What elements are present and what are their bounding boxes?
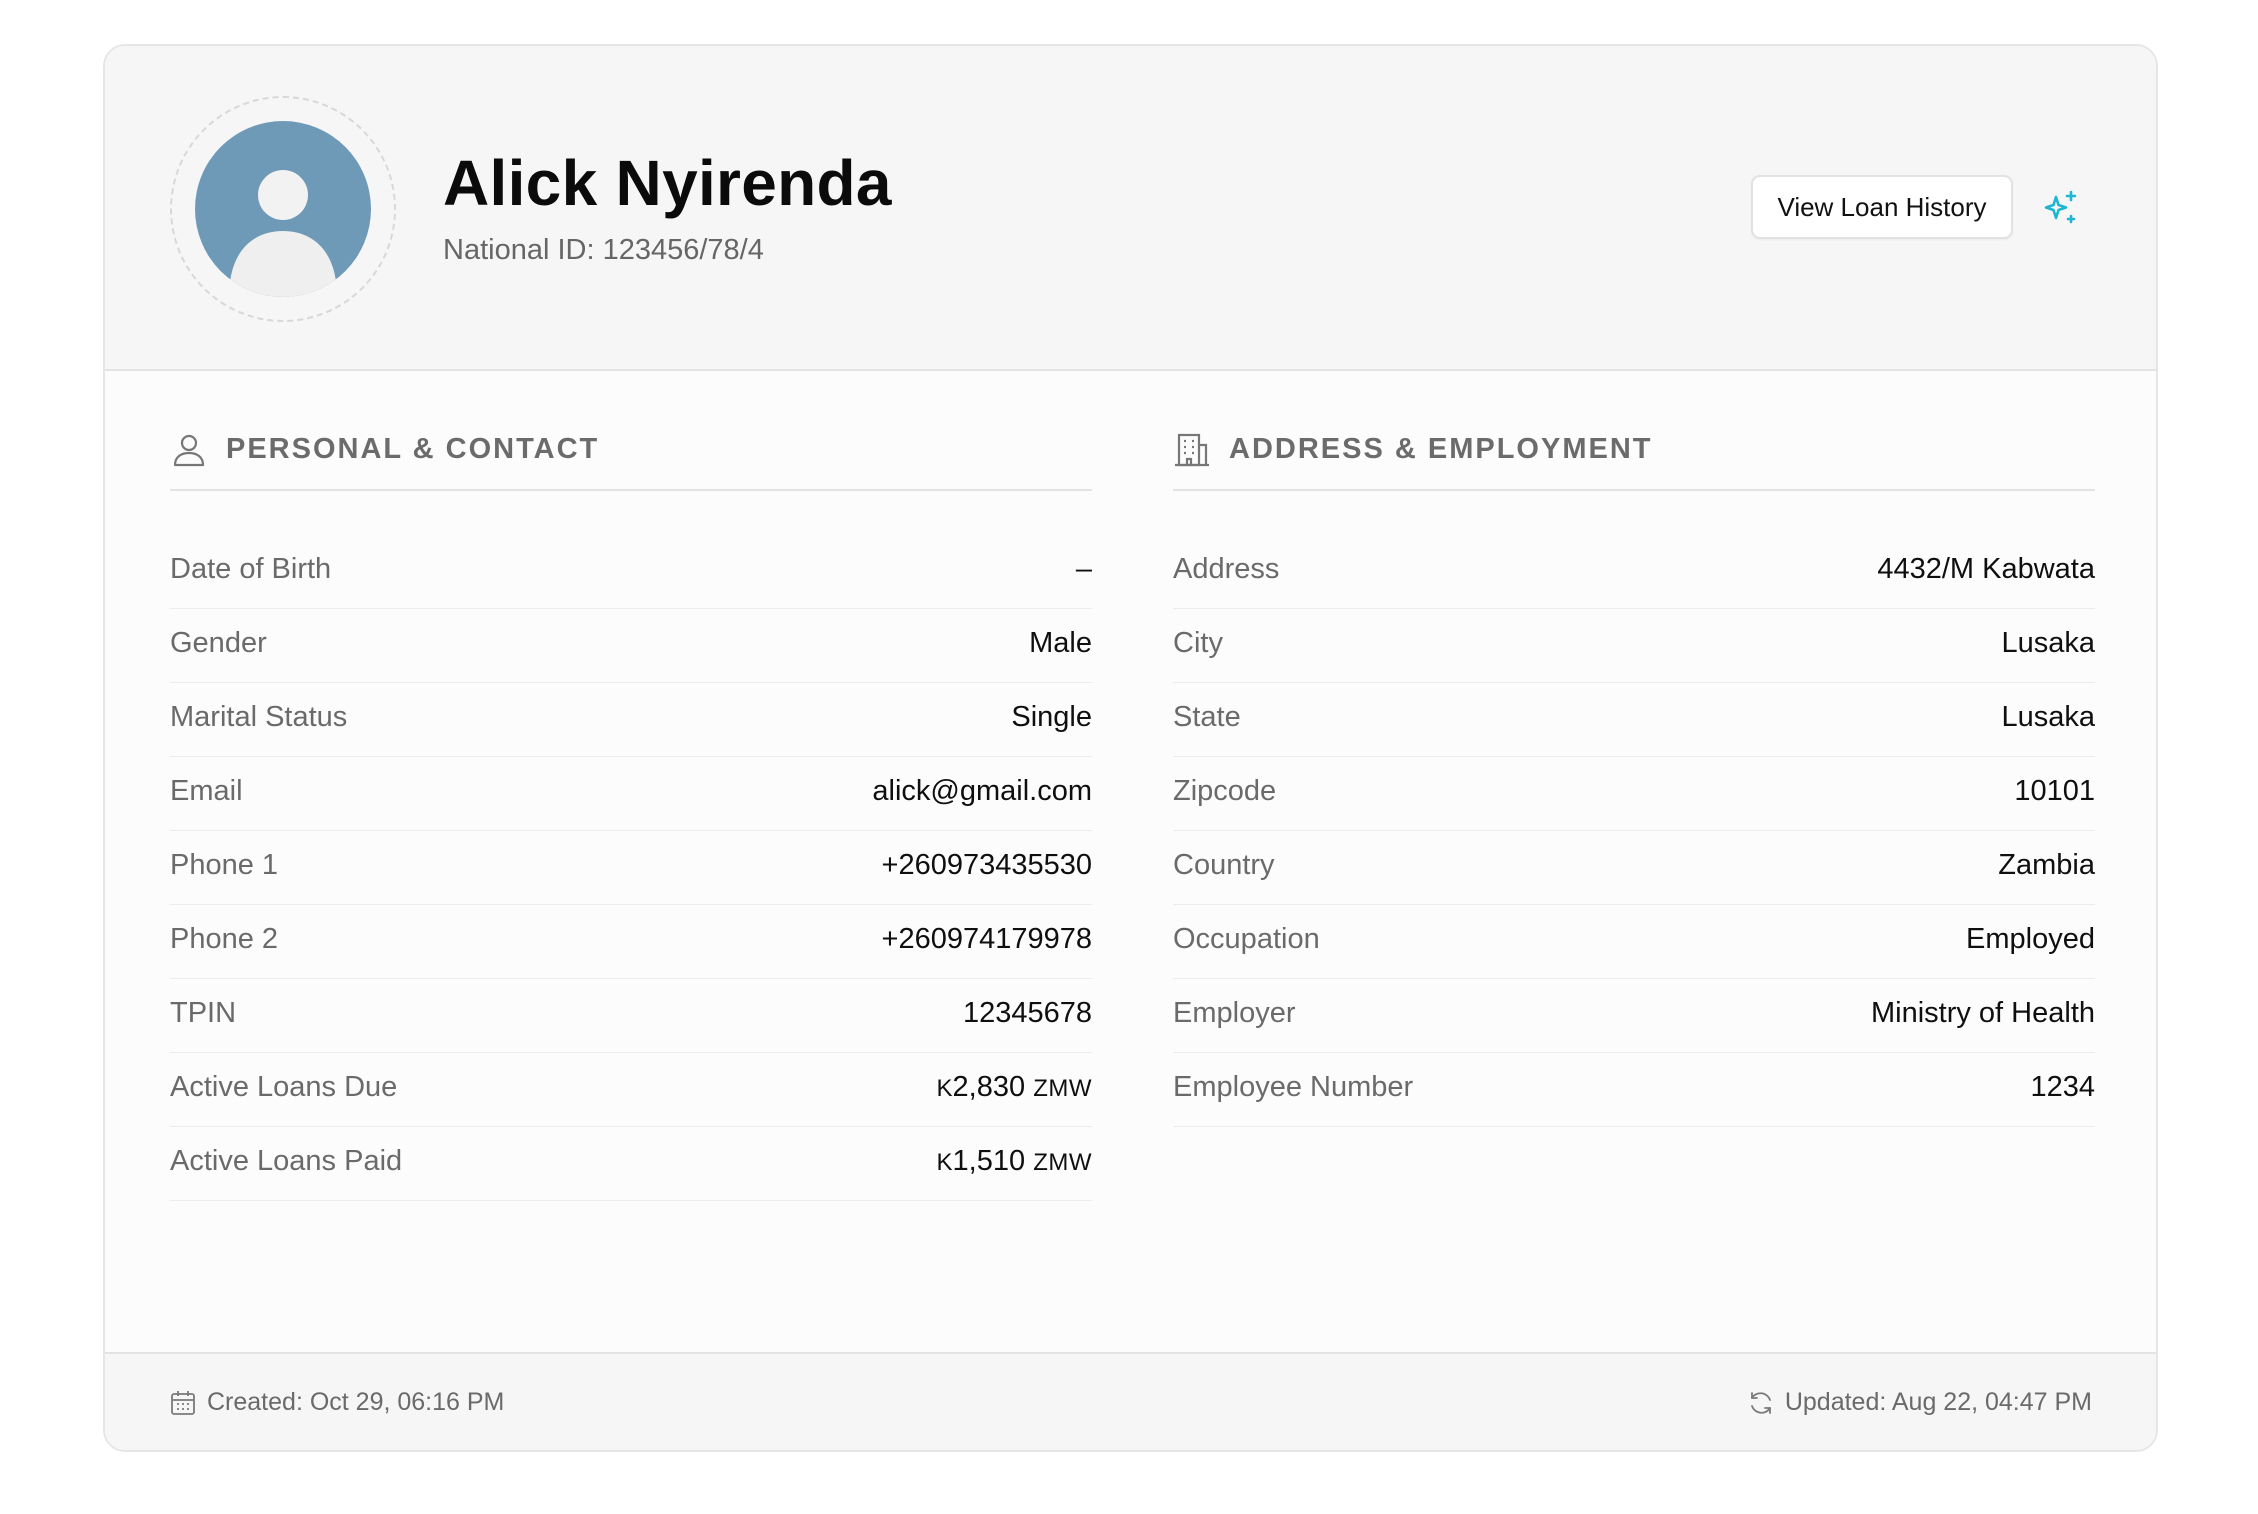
currency-symbol: K <box>936 1149 953 1176</box>
detail-label: Marital Status <box>170 701 348 733</box>
personal-contact-header: PERSONAL & CONTACT <box>170 431 1092 491</box>
detail-label: Occupation <box>1173 923 1320 955</box>
detail-row: Phone 1 +260973435530 <box>170 831 1092 905</box>
detail-row: Employer Ministry of Health <box>1173 979 2095 1053</box>
detail-row: Date of Birth – <box>170 535 1092 609</box>
detail-label: State <box>1173 701 1241 733</box>
building-icon <box>1175 433 1209 467</box>
detail-row: Active Loans Paid K1,510 ZMW <box>170 1127 1092 1201</box>
detail-value: 12345678 <box>962 997 1092 1029</box>
detail-label: TPIN <box>170 997 237 1029</box>
detail-label: Employer <box>1173 997 1296 1029</box>
address-employment-list: Address 4432/M Kabwata City Lusaka State Lusa… <box>1173 535 2095 1127</box>
detail-label: Active Loans Due <box>170 1071 398 1103</box>
detail-value: 1234 <box>2030 1071 2095 1103</box>
detail-row: Email alick@gmail.com <box>170 757 1092 831</box>
detail-row: Active Loans Due K2,830 ZMW <box>170 1053 1092 1127</box>
detail-label: Email <box>170 775 243 807</box>
created-timestamp: Created: Oct 29, 06:16 PM <box>207 1388 505 1416</box>
detail-label: Zipcode <box>1173 775 1277 807</box>
detail-row: Country Zambia <box>1173 831 2095 905</box>
detail-value: Lusaka <box>2001 701 2095 733</box>
detail-value: Lusaka <box>2001 627 2095 659</box>
detail-label: Phone 1 <box>170 849 279 881</box>
detail-row: Occupation Employed <box>1173 905 2095 979</box>
detail-label: Date of Birth <box>170 553 332 585</box>
detail-value: Ministry of Health <box>1870 997 2095 1029</box>
detail-row: Address 4432/M Kabwata <box>1173 535 2095 609</box>
detail-label: Active Loans Paid <box>170 1145 403 1177</box>
detail-row: Phone 2 +260974179978 <box>170 905 1092 979</box>
detail-label: Gender <box>170 627 267 659</box>
detail-value: Zambia <box>1998 849 2095 881</box>
avatar <box>195 121 371 297</box>
currency-unit: ZMW <box>1033 1149 1092 1176</box>
detail-value: alick@gmail.com <box>872 775 1092 807</box>
person-placeholder-icon <box>229 170 337 297</box>
customer-name: Alick Nyirenda <box>443 147 892 219</box>
created-info: Created: Oct 29, 06:16 PM <box>169 1388 504 1417</box>
detail-value: Male <box>1029 627 1092 659</box>
currency-symbol: K <box>936 1075 953 1102</box>
section-title: PERSONAL & CONTACT <box>226 433 600 465</box>
view-loan-history-button[interactable]: View Loan History <box>1751 175 2013 239</box>
detail-value: 10101 <box>2014 775 2095 807</box>
detail-row: Gender Male <box>170 609 1092 683</box>
user-icon <box>173 434 205 467</box>
personal-contact-list: Date of Birth – Gender Male Marital Status Si… <box>170 535 1092 1201</box>
national-id: National ID: 123456/78/4 <box>443 234 764 266</box>
profile-header: Alick Nyirenda National ID: 123456/78/4 … <box>105 46 2156 371</box>
detail-value: K2,830 ZMW <box>937 1071 1092 1104</box>
detail-value: Employed <box>1966 923 2095 955</box>
detail-label: Phone 2 <box>170 923 279 955</box>
calendar-icon <box>171 1390 195 1415</box>
record-footer: Created: Oct 29, 06:16 PM Updated: Aug 2… <box>105 1352 2156 1450</box>
detail-value: 4432/M Kabwata <box>1877 553 2095 585</box>
detail-row: Employee Number 1234 <box>1173 1053 2095 1127</box>
detail-row: Marital Status Single <box>170 683 1092 757</box>
updated-info: Updated: Aug 22, 04:47 PM <box>1747 1388 2092 1417</box>
detail-label: City <box>1173 627 1223 659</box>
amount: 2,830 <box>952 1071 1026 1103</box>
detail-label: Country <box>1173 849 1275 881</box>
section-title: ADDRESS & EMPLOYMENT <box>1229 433 1653 465</box>
detail-value: K1,510 ZMW <box>937 1145 1092 1178</box>
detail-row: TPIN 12345678 <box>170 979 1092 1053</box>
refresh-icon <box>1750 1391 1771 1414</box>
detail-row: State Lusaka <box>1173 683 2095 757</box>
currency-unit: ZMW <box>1033 1075 1092 1102</box>
detail-value: – <box>1075 553 1092 585</box>
address-employment-header: ADDRESS & EMPLOYMENT <box>1173 431 2095 491</box>
detail-value: +260973435530 <box>881 849 1092 881</box>
detail-label: Employee Number <box>1173 1071 1414 1103</box>
updated-timestamp: Updated: Aug 22, 04:47 PM <box>1784 1388 2092 1416</box>
detail-value: Single <box>1011 701 1092 733</box>
avatar-ring <box>170 96 396 322</box>
customer-profile-card: Alick Nyirenda National ID: 123456/78/4 … <box>103 44 2158 1452</box>
amount: 1,510 <box>952 1145 1026 1177</box>
detail-value: +260974179978 <box>881 923 1092 955</box>
detail-row: City Lusaka <box>1173 609 2095 683</box>
detail-row: Zipcode 10101 <box>1173 757 2095 831</box>
sparkle-icon[interactable] <box>2042 189 2080 227</box>
detail-label: Address <box>1173 553 1280 585</box>
